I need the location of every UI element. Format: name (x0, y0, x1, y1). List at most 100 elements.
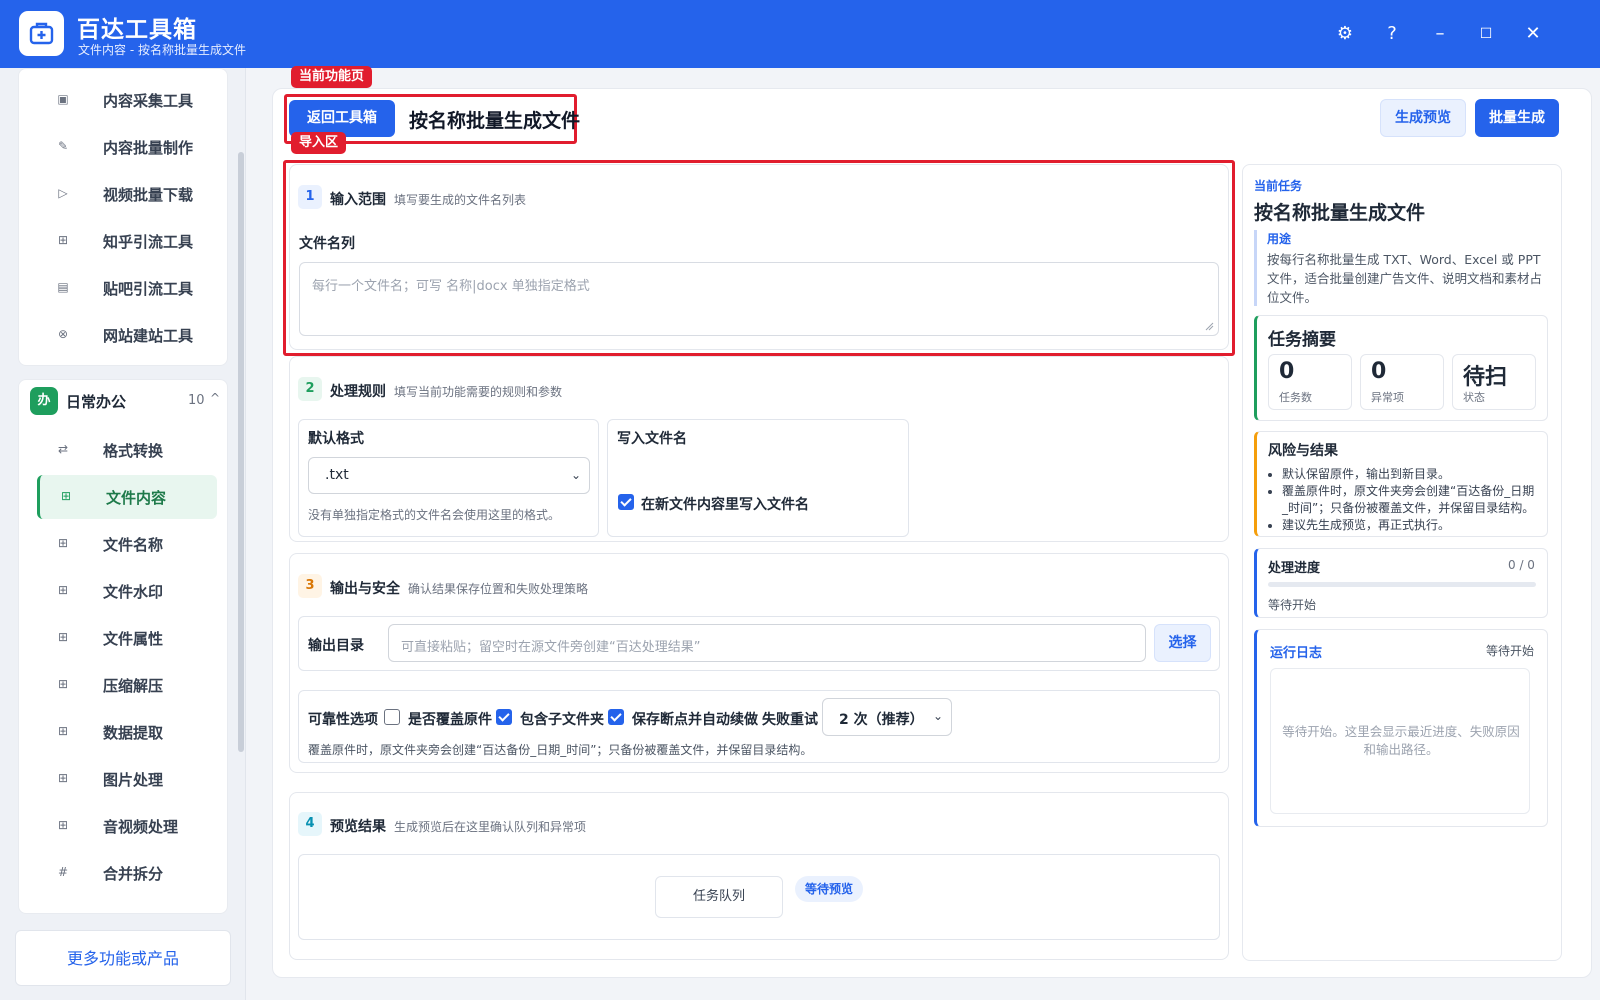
progress-count: 0 / 0 (1508, 558, 1535, 572)
more-features-button[interactable]: 更多功能或产品 (15, 930, 231, 986)
app-title: 百达工具箱 (77, 17, 197, 43)
sidebar-item-format-convert[interactable]: ⇄ 格式转换 (37, 428, 217, 472)
progress-status: 等待开始 (1268, 598, 1317, 612)
maximize-icon[interactable]: ☐ (1470, 18, 1502, 50)
group-title: 日常办公 (66, 393, 127, 411)
minimize-icon[interactable]: – (1424, 18, 1456, 50)
risk-item: 覆盖原件时，原文件夹旁会创建“百达备份_日期_时间”；只备份被覆盖文件，并保留目… (1282, 483, 1540, 517)
stat-label: 状态 (1463, 391, 1485, 404)
section-number: 2 (298, 377, 322, 401)
current-page-tag: 当前功能页 (291, 66, 373, 88)
sidebar-item-file-name[interactable]: ⊞ 文件名称 (37, 522, 217, 566)
grid-icon: ⊞ (57, 233, 69, 247)
sidebar-item-content-batch[interactable]: ✎ 内容批量制作 (37, 125, 217, 169)
sidebar-item-video-download[interactable]: ▷ 视频批量下载 (37, 172, 217, 216)
pen-icon: ✎ (57, 139, 69, 153)
close-icon[interactable]: ✕ (1517, 18, 1549, 50)
sidebar-item-merge-split[interactable]: # 合并拆分 (37, 851, 217, 895)
sidebar-item-image[interactable]: ⊞ 图片处理 (37, 757, 217, 801)
section-number: 3 (298, 574, 322, 598)
sidebar-item-label: 文件内容 (106, 489, 167, 507)
stat-value: 待扫 (1463, 365, 1508, 390)
stat-label: 任务数 (1279, 391, 1312, 404)
chevron-down-icon: ⌄ (933, 709, 944, 723)
sidebar-item-label: 图片处理 (103, 771, 164, 789)
sidebar-item-label: 贴吧引流工具 (103, 280, 194, 298)
grid-icon: ⊞ (57, 677, 69, 691)
purpose-text: 按每行名称批量生成 TXT、Word、Excel 或 PPT 文件，适合批量创建… (1267, 252, 1543, 305)
log-area[interactable]: 等待开始。这里会显示最近进度、失败原因和输出路径。 (1270, 668, 1530, 814)
app-logo (19, 11, 64, 56)
sidebar-item-file-attr[interactable]: ⊞ 文件属性 (37, 616, 217, 660)
output-dir-placeholder: 可直接粘贴；留空时在源文件旁创建“百达处理结果” (401, 640, 701, 655)
sidebar-item-file-content[interactable]: ⊞ 文件内容 (37, 475, 217, 519)
help-icon[interactable]: ? (1376, 18, 1408, 50)
sidebar-item-zhihu[interactable]: ⊞ 知乎引流工具 (37, 219, 217, 263)
resize-handle-icon[interactable] (1204, 321, 1214, 331)
sidebar-item-av[interactable]: ⊞ 音视频处理 (37, 804, 217, 848)
stat-value: 0 (1279, 359, 1295, 384)
default-format-hint: 没有单独指定格式的文件名会使用这里的格式。 (308, 508, 561, 522)
sidebar-item-label: 音视频处理 (103, 818, 179, 836)
grid-icon: ⊞ (57, 630, 69, 644)
summary-title: 任务摘要 (1268, 330, 1336, 350)
sidebar-item-website[interactable]: ⊗ 网站建站工具 (37, 313, 217, 357)
sidebar-item-label: 内容采集工具 (103, 92, 194, 110)
resume-checkbox[interactable] (608, 709, 624, 725)
current-task-label: 当前任务 (1254, 179, 1303, 193)
hash-icon: # (57, 865, 69, 879)
section-title: 输入范围 (330, 192, 386, 208)
stat-value: 0 (1371, 359, 1387, 384)
risk-item: 建议先生成预览，再正式执行。 (1282, 517, 1540, 534)
current-task-title: 按名称批量生成文件 (1254, 202, 1426, 224)
sidebar-scrollbar[interactable] (238, 152, 244, 752)
sidebar-group-office[interactable]: 办 日常办公 10 ^ (30, 379, 226, 423)
choose-dir-button[interactable]: 选择 (1154, 624, 1211, 662)
grid-icon: ⊞ (57, 771, 69, 785)
batch-generate-button[interactable]: 批量生成 (1475, 99, 1559, 137)
output-dir-input[interactable]: 可直接粘贴；留空时在源文件旁创建“百达处理结果” (388, 624, 1146, 662)
settings-icon[interactable]: ⚙ (1329, 18, 1361, 50)
progress-title: 处理进度 (1268, 561, 1321, 576)
section-desc: 填写要生成的文件名列表 (394, 193, 527, 207)
grid-icon: ⊞ (57, 536, 69, 550)
resume-label: 保存断点并自动续做 (632, 712, 758, 728)
section-desc: 填写当前功能需要的规则和参数 (394, 385, 563, 399)
default-format-label: 默认格式 (308, 431, 364, 447)
sidebar-item-data-extract[interactable]: ⊞ 数据提取 (37, 710, 217, 754)
subfolder-checkbox[interactable] (496, 709, 512, 725)
log-empty-text: 等待开始。这里会显示最近进度、失败原因和输出路径。 (1282, 724, 1520, 757)
sidebar-item-label: 网站建站工具 (103, 327, 194, 345)
generate-preview-button[interactable]: 生成预览 (1380, 99, 1466, 137)
section-title: 预览结果 (330, 819, 386, 835)
section-desc: 确认结果保存位置和失败处理策略 (408, 582, 589, 596)
section-title: 处理规则 (330, 384, 386, 400)
task-queue-tab[interactable]: 任务队列 (655, 876, 783, 918)
reliability-label: 可靠性选项 (308, 712, 378, 728)
output-dir-label: 输出目录 (308, 638, 364, 654)
sidebar-item-content-collect[interactable]: ▣ 内容采集工具 (37, 78, 217, 122)
import-area-tag: 导入区 (291, 132, 347, 154)
sidebar-item-tieba[interactable]: ▤ 贴吧引流工具 (37, 266, 217, 310)
list-icon: ▤ (57, 280, 69, 294)
risk-list: 默认保留原件，输出到新目录。 覆盖原件时，原文件夹旁会创建“百达备份_日期_时间… (1268, 466, 1540, 534)
file-names-input[interactable]: 每行一个文件名；可写 名称|docx 单独指定格式 (299, 262, 1219, 336)
sidebar-item-file-watermark[interactable]: ⊞ 文件水印 (37, 569, 217, 613)
sidebar-item-label: 内容批量制作 (103, 139, 194, 157)
app-subtitle: 文件内容 - 按名称批量生成文件 (78, 43, 246, 57)
file-names-placeholder: 每行一个文件名；可写 名称|docx 单独指定格式 (312, 279, 590, 294)
chevron-up-icon: ^ (210, 391, 221, 405)
sidebar-item-compress[interactable]: ⊞ 压缩解压 (37, 663, 217, 707)
retry-value: 2 次（推荐） (839, 712, 924, 728)
stat-task-count: 0 任务数 (1268, 354, 1352, 410)
stat-label: 异常项 (1371, 391, 1404, 404)
section-title: 输出与安全 (330, 581, 400, 597)
write-filename-label: 写入文件名 (617, 431, 687, 447)
chevron-down-icon: ⌄ (571, 468, 582, 482)
swap-icon: ⇄ (57, 442, 69, 456)
toolbox-icon (29, 22, 54, 45)
retry-select[interactable]: 2 次（推荐） ⌄ (822, 698, 952, 736)
overwrite-checkbox[interactable] (384, 709, 400, 725)
default-format-select[interactable]: .txt ⌄ (308, 457, 590, 494)
write-filename-checkbox[interactable] (618, 494, 634, 510)
